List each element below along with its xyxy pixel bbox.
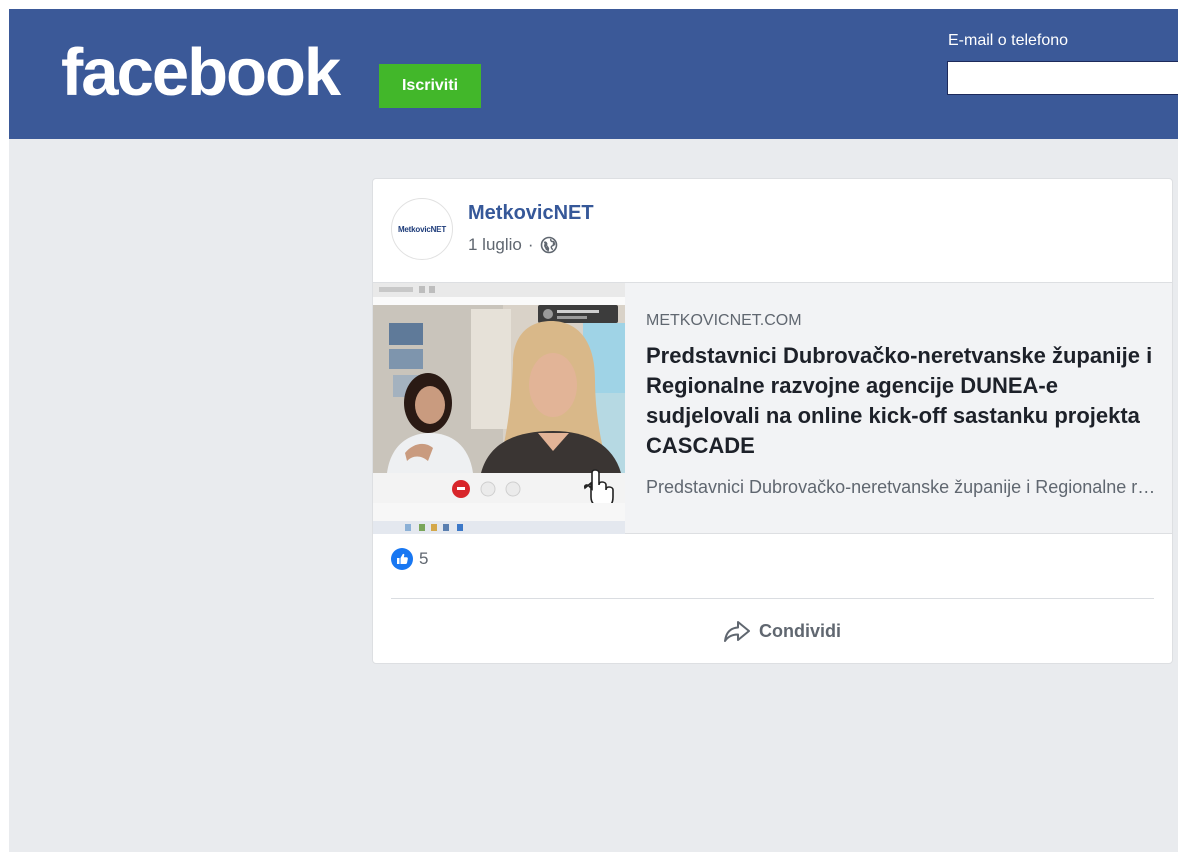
link-title[interactable]: Predstavnici Dubrovačko-neretvanske župa… xyxy=(646,341,1156,461)
facebook-logo[interactable]: facebook xyxy=(61,39,341,106)
post-card: MetkovicNET MetkovicNET 1 luglio · METKO… xyxy=(372,178,1173,664)
reaction-count: 5 xyxy=(419,549,429,568)
avatar-logo-text: MetkovicNET xyxy=(397,224,447,234)
link-preview[interactable]: METKOVICNET.COM Predstavnici Dubrovačko-… xyxy=(373,282,1172,534)
email-phone-input[interactable] xyxy=(947,61,1178,95)
reaction-summary[interactable]: 5 xyxy=(391,548,428,570)
share-button[interactable]: Condividi xyxy=(723,616,841,646)
share-icon xyxy=(724,621,750,642)
link-thumbnail[interactable] xyxy=(373,283,625,534)
link-description[interactable]: Predstavnici Dubrovačko-neretvanske župa… xyxy=(646,477,1156,498)
page-name-link[interactable]: MetkovicNET xyxy=(468,202,594,225)
divider xyxy=(391,598,1154,599)
email-phone-label: E-mail o telefono xyxy=(948,32,1069,49)
video-call-image xyxy=(373,283,625,534)
date-separator: · xyxy=(527,235,534,254)
signup-button[interactable]: Iscriviti xyxy=(379,64,481,108)
globe-icon xyxy=(540,236,557,254)
page-frame: facebook Iscriviti E-mail o telefono Met… xyxy=(9,9,1178,852)
post-meta: 1 luglio · xyxy=(468,235,558,255)
share-label: Condividi xyxy=(759,620,841,641)
post-date[interactable]: 1 luglio xyxy=(468,235,522,255)
avatar[interactable]: MetkovicNET xyxy=(391,198,453,260)
top-bar: facebook Iscriviti E-mail o telefono xyxy=(9,9,1178,139)
link-domain[interactable]: METKOVICNET.COM xyxy=(646,312,802,330)
like-icon xyxy=(391,548,413,570)
